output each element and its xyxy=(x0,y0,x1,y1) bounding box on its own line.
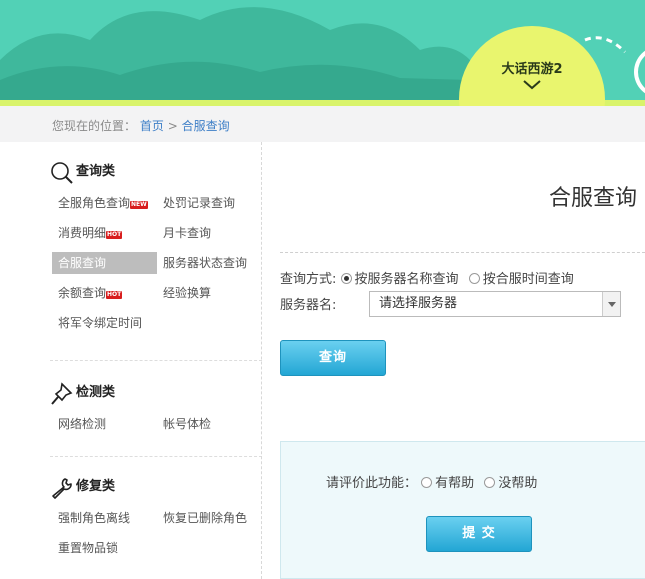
sidebar-item-label: 网络检测 xyxy=(58,417,107,431)
sidebar-menu-query: 全服角色查询NEW 处罚记录查询 消费明细HOT 月卡查询 合服查询 服务器状态… xyxy=(50,192,262,342)
game-name: 大话西游2 xyxy=(501,62,563,77)
sidebar-item-label: 全服角色查询 xyxy=(58,196,131,210)
sidebar-item-penalty-record-query[interactable]: 处罚记录查询 xyxy=(157,192,262,214)
breadcrumb-current[interactable]: 合服查询 xyxy=(182,119,230,133)
sidebar-item-label: 余额查询 xyxy=(58,286,107,300)
server-row: 服务器名: 请选择服务器 xyxy=(280,291,621,317)
radio-selected-icon xyxy=(340,273,352,284)
section-title-repair: 修复类 xyxy=(50,467,262,507)
server-select-value: 请选择服务器 xyxy=(379,296,458,311)
radio-label: 按服务器名称查询 xyxy=(354,272,459,287)
sidebar-item-label: 强制角色离线 xyxy=(58,511,131,525)
sidebar-item-token-bind-time[interactable]: 将军令绑定时间 xyxy=(52,312,157,334)
breadcrumb-separator: > xyxy=(167,119,178,133)
sidebar-item-monthly-card-query[interactable]: 月卡查询 xyxy=(157,222,262,244)
sidebar: 查询类 全服角色查询NEW 处罚记录查询 消费明细HOT 月卡查询 合服查询 服… xyxy=(50,142,262,579)
sidebar-item-server-merge-query[interactable]: 合服查询 xyxy=(52,252,157,274)
sidebar-item-balance-query[interactable]: 余额查询HOT xyxy=(52,282,157,304)
section-title-detect: 检测类 xyxy=(50,373,262,413)
breadcrumb-prefix: 您现在的位置： xyxy=(52,119,137,133)
sidebar-item-consumption-detail[interactable]: 消费明细HOT xyxy=(52,222,157,244)
search-icon xyxy=(51,162,73,184)
main-content: 合服查询 查询方式: 按服务器名称查询 按合服时间查询 服务器名: 请选择服务器… xyxy=(262,142,645,579)
feedback-question: 请评价此功能： xyxy=(326,476,418,491)
breadcrumb-bar: 您现在的位置： 首页 > 合服查询 xyxy=(0,106,645,142)
new-badge: NEW xyxy=(130,201,148,209)
hot-badge: HOT xyxy=(106,231,123,239)
feedback-helpful-radio[interactable]: 有帮助 xyxy=(421,476,478,491)
feedback-panel: 请评价此功能： 有帮助 没帮助 提 交 xyxy=(280,441,645,579)
breadcrumb: 您现在的位置： 首页 > 合服查询 xyxy=(52,117,230,134)
sidebar-item-label: 月卡查询 xyxy=(163,226,212,240)
sidebar-item-server-status-query[interactable]: 服务器状态查询 xyxy=(157,252,262,274)
radio-unselected-icon xyxy=(468,273,480,284)
sidebar-item-experience-conversion[interactable]: 经验换算 xyxy=(157,282,262,304)
sidebar-section-repair: 修复类 强制角色离线 恢复已删除角色 重置物品锁 xyxy=(50,456,262,579)
submit-button[interactable]: 提 交 xyxy=(426,516,532,552)
radio-unselected-icon xyxy=(484,477,496,488)
header-banner: 大话西游2 xyxy=(0,0,645,106)
sidebar-item-label: 重置物品锁 xyxy=(58,541,119,555)
sidebar-item-label: 帐号体检 xyxy=(163,417,212,431)
hot-badge: HOT xyxy=(106,291,123,299)
server-select[interactable]: 请选择服务器 xyxy=(369,291,621,317)
query-button[interactable]: 查询 xyxy=(280,340,386,376)
section-title-text: 查询类 xyxy=(76,164,116,179)
sidebar-item-restore-deleted-role[interactable]: 恢复已删除角色 xyxy=(157,507,262,529)
sidebar-item-network-check[interactable]: 网络检测 xyxy=(52,413,157,435)
section-title-text: 修复类 xyxy=(76,479,116,494)
sidebar-item-label: 合服查询 xyxy=(58,256,107,270)
radio-label: 没帮助 xyxy=(498,476,538,491)
radio-unselected-icon xyxy=(421,477,433,488)
feedback-row: 请评价此功能： 有帮助 没帮助 xyxy=(326,472,543,491)
radio-label: 按合服时间查询 xyxy=(482,272,574,287)
sidebar-item-reset-item-lock[interactable]: 重置物品锁 xyxy=(52,537,157,559)
section-title-text: 检测类 xyxy=(76,385,116,400)
sidebar-item-label: 消费明细 xyxy=(58,226,107,240)
sidebar-section-detect: 检测类 网络检测 帐号体检 xyxy=(50,360,262,456)
section-title-query: 查询类 xyxy=(50,152,262,192)
query-mode-label: 查询方式: xyxy=(280,272,337,287)
wrench-icon xyxy=(52,478,72,499)
sidebar-section-query: 查询类 全服角色查询NEW 处罚记录查询 消费明细HOT 月卡查询 合服查询 服… xyxy=(50,142,262,360)
breadcrumb-home-link[interactable]: 首页 xyxy=(140,119,164,133)
sidebar-item-label: 经验换算 xyxy=(163,286,212,300)
dropdown-arrow-icon[interactable] xyxy=(602,292,620,316)
sidebar-item-label: 恢复已删除角色 xyxy=(163,511,248,525)
radio-label: 有帮助 xyxy=(435,476,475,491)
query-mode-by-name-radio[interactable]: 按服务器名称查询 xyxy=(340,272,463,287)
sidebar-menu-repair: 强制角色离线 恢复已删除角色 重置物品锁 xyxy=(50,507,262,567)
sidebar-menu-detect: 网络检测 帐号体检 xyxy=(50,413,262,443)
sidebar-item-label: 将军令绑定时间 xyxy=(58,316,143,330)
query-mode-row: 查询方式: 按服务器名称查询 按合服时间查询 xyxy=(280,268,580,287)
sidebar-item-full-server-role-query[interactable]: 全服角色查询NEW xyxy=(52,192,157,214)
divider xyxy=(280,252,645,253)
sidebar-item-label: 服务器状态查询 xyxy=(163,256,248,270)
pin-icon xyxy=(51,382,73,405)
server-label: 服务器名: xyxy=(280,298,337,313)
query-mode-by-time-radio[interactable]: 按合服时间查询 xyxy=(468,272,574,287)
page-title: 合服查询 xyxy=(548,186,637,211)
sidebar-item-account-checkup[interactable]: 帐号体检 xyxy=(157,413,262,435)
feedback-not-helpful-radio[interactable]: 没帮助 xyxy=(484,476,537,491)
sidebar-item-label: 处罚记录查询 xyxy=(163,196,236,210)
sidebar-item-force-role-offline[interactable]: 强制角色离线 xyxy=(52,507,157,529)
chevron-down-icon xyxy=(523,80,541,90)
